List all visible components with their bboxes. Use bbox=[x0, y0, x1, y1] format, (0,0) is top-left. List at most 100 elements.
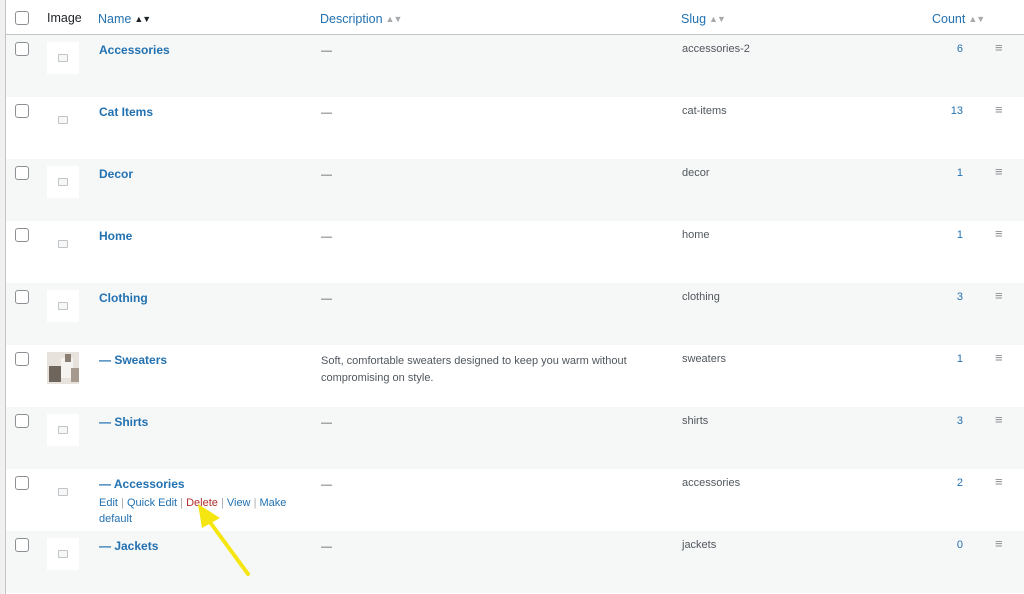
category-slug: cat-items bbox=[682, 105, 727, 117]
category-description: — bbox=[321, 45, 332, 57]
table-header: Image Name ▲▼ Description ▲▼ Slug ▲▼ Count ▲… bbox=[6, 0, 1024, 35]
drag-handle-icon[interactable]: ≡ bbox=[995, 102, 1003, 117]
category-name-link[interactable]: — Accessories bbox=[99, 477, 185, 491]
thumbnail-placeholder bbox=[47, 538, 79, 570]
drag-handle-icon[interactable]: ≡ bbox=[995, 412, 1003, 427]
category-slug: sweaters bbox=[682, 353, 727, 365]
image-placeholder-icon bbox=[58, 550, 68, 558]
category-slug: shirts bbox=[682, 415, 709, 427]
column-header-name[interactable]: Name ▲▼ bbox=[98, 11, 151, 26]
category-count-link[interactable]: 1 bbox=[943, 353, 963, 365]
drag-handle-icon[interactable]: ≡ bbox=[995, 350, 1003, 365]
thumbnail-placeholder bbox=[47, 104, 79, 136]
category-slug: clothing bbox=[682, 291, 720, 303]
image-placeholder-icon bbox=[58, 240, 68, 248]
row-checkbox[interactable] bbox=[15, 166, 29, 180]
image-placeholder-icon bbox=[58, 54, 68, 62]
category-count-link[interactable]: 3 bbox=[943, 291, 963, 303]
category-name-link[interactable]: — Jackets bbox=[99, 539, 158, 553]
image-placeholder-icon bbox=[58, 488, 68, 496]
name-sort-link[interactable]: Name bbox=[98, 12, 131, 26]
table-row: — Jackets — jackets 0 ≡ bbox=[6, 531, 1024, 593]
category-count-link[interactable]: 0 bbox=[943, 539, 963, 551]
category-name-link[interactable]: — Shirts bbox=[99, 415, 148, 429]
quick-edit-link[interactable]: Quick Edit bbox=[127, 497, 177, 509]
category-count-link[interactable]: 13 bbox=[943, 105, 963, 117]
category-count-link[interactable]: 1 bbox=[943, 229, 963, 241]
table-row: Decor — decor 1 ≡ bbox=[6, 159, 1024, 221]
sweater-thumbnail bbox=[47, 352, 79, 384]
thumbnail-placeholder bbox=[47, 476, 79, 508]
sweater-photo-icon bbox=[47, 352, 79, 384]
category-slug: jackets bbox=[682, 539, 717, 551]
drag-handle-icon[interactable]: ≡ bbox=[995, 474, 1003, 489]
row-checkbox[interactable] bbox=[15, 290, 29, 304]
image-placeholder-icon bbox=[58, 178, 68, 186]
category-count-link[interactable]: 6 bbox=[943, 43, 963, 55]
row-checkbox[interactable] bbox=[15, 42, 29, 56]
category-name-link[interactable]: Decor bbox=[99, 167, 133, 181]
row-checkbox[interactable] bbox=[15, 538, 29, 552]
row-checkbox[interactable] bbox=[15, 228, 29, 242]
image-placeholder-icon bbox=[58, 302, 68, 310]
table-row: — Shirts — shirts 3 ≡ bbox=[6, 407, 1024, 469]
row-checkbox[interactable] bbox=[15, 104, 29, 118]
row-checkbox[interactable] bbox=[15, 476, 29, 490]
category-name-link[interactable]: Cat Items bbox=[99, 105, 153, 119]
category-slug: home bbox=[682, 229, 710, 241]
category-slug: decor bbox=[682, 167, 710, 179]
category-count-link[interactable]: 2 bbox=[943, 477, 963, 489]
sort-icon: ▲▼ bbox=[709, 14, 726, 24]
image-placeholder-icon bbox=[58, 116, 68, 124]
drag-handle-icon[interactable]: ≡ bbox=[995, 40, 1003, 55]
category-description: — bbox=[321, 293, 332, 305]
category-slug: accessories-2 bbox=[682, 43, 750, 55]
table-row: — Sweaters Soft, comfortable sweaters de… bbox=[6, 345, 1024, 407]
table-row: — Accessories Edit | Quick Edit | Delete… bbox=[6, 469, 1024, 531]
column-header-description[interactable]: Description ▲▼ bbox=[320, 11, 403, 26]
category-description: — bbox=[321, 107, 332, 119]
annotation-arrow-icon bbox=[198, 504, 250, 576]
category-description: — bbox=[321, 169, 332, 181]
sort-icon: ▲▼ bbox=[134, 14, 151, 24]
image-placeholder-icon bbox=[58, 426, 68, 434]
column-header-slug[interactable]: Slug ▲▼ bbox=[681, 11, 726, 26]
category-name-link[interactable]: — Sweaters bbox=[99, 353, 167, 367]
thumbnail-placeholder bbox=[47, 228, 79, 260]
drag-handle-icon[interactable]: ≡ bbox=[995, 226, 1003, 241]
category-name-link[interactable]: Clothing bbox=[99, 291, 148, 305]
separator: | bbox=[121, 497, 124, 509]
category-description: Soft, comfortable sweaters designed to k… bbox=[321, 355, 627, 384]
category-name-link[interactable]: Accessories bbox=[99, 43, 170, 57]
row-checkbox[interactable] bbox=[15, 414, 29, 428]
category-name-link[interactable]: Home bbox=[99, 229, 132, 243]
category-count-link[interactable]: 1 bbox=[943, 167, 963, 179]
column-header-count[interactable]: Count ▲▼ bbox=[932, 11, 985, 26]
column-header-image: Image bbox=[47, 11, 82, 25]
slug-sort-link[interactable]: Slug bbox=[681, 12, 706, 26]
category-description: — bbox=[321, 417, 332, 429]
category-description: — bbox=[321, 231, 332, 243]
drag-handle-icon[interactable]: ≡ bbox=[995, 536, 1003, 551]
row-checkbox[interactable] bbox=[15, 352, 29, 366]
count-sort-link[interactable]: Count bbox=[932, 12, 965, 26]
drag-handle-icon[interactable]: ≡ bbox=[995, 164, 1003, 179]
separator: | bbox=[180, 497, 184, 509]
edit-link[interactable]: Edit bbox=[99, 497, 118, 509]
drag-handle-icon[interactable]: ≡ bbox=[995, 288, 1003, 303]
table-row: Home — home 1 ≡ bbox=[6, 221, 1024, 283]
table-row: Accessories — accessories-2 6 ≡ bbox=[6, 35, 1024, 97]
category-description: — bbox=[321, 479, 332, 491]
thumbnail-placeholder bbox=[47, 166, 79, 198]
description-sort-link[interactable]: Description bbox=[320, 12, 383, 26]
thumbnail-placeholder bbox=[47, 414, 79, 446]
table-row: Clothing — clothing 3 ≡ bbox=[6, 283, 1024, 345]
thumbnail-placeholder bbox=[47, 42, 79, 74]
select-all-checkbox[interactable] bbox=[15, 11, 29, 25]
categories-table: Image Name ▲▼ Description ▲▼ Slug ▲▼ Count ▲… bbox=[5, 0, 1024, 594]
thumbnail-placeholder bbox=[47, 290, 79, 322]
category-count-link[interactable]: 3 bbox=[943, 415, 963, 427]
table-row: Cat Items — cat-items 13 ≡ bbox=[6, 97, 1024, 159]
category-description: — bbox=[321, 541, 332, 553]
sort-icon: ▲▼ bbox=[385, 14, 403, 24]
